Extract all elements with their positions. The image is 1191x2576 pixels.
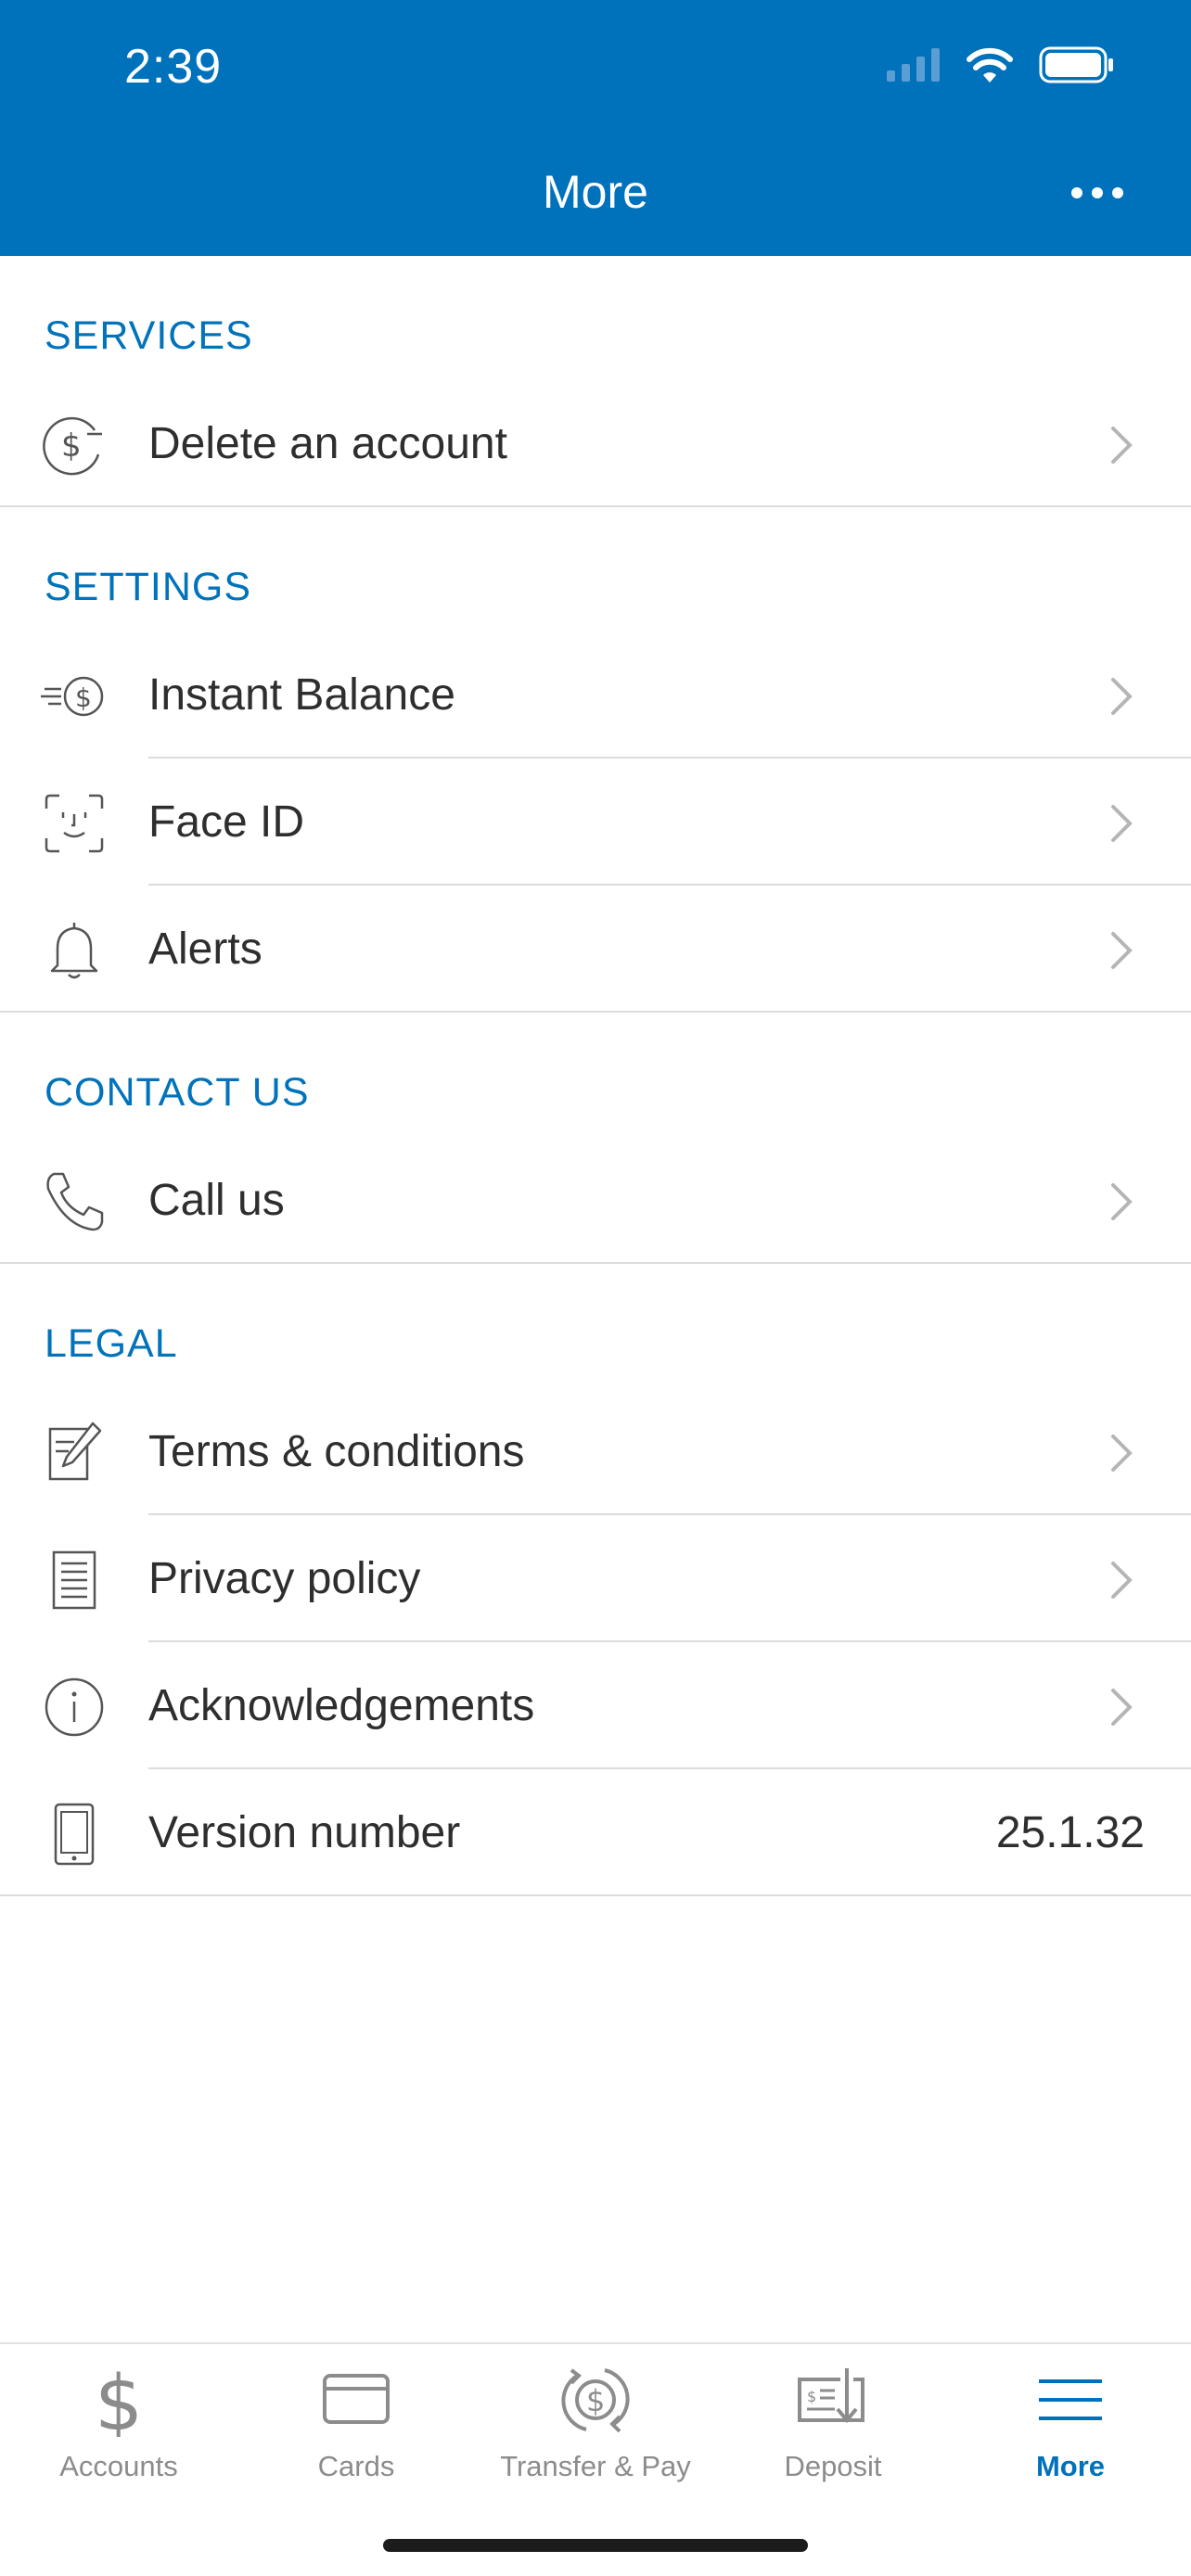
instant-balance-icon: $ [41, 676, 104, 717]
section-title-services: SERVICES [45, 313, 253, 358]
cellular-signal-icon [887, 48, 940, 82]
battery-icon [1039, 46, 1113, 83]
menu-item-version: Version number 25.1.32 [0, 1769, 1191, 1896]
home-indicator [383, 2539, 808, 2552]
svg-text:$: $ [807, 2388, 816, 2405]
wifi-icon [967, 47, 1013, 83]
menu-item-instant-balance[interactable]: $ Instant Balance [0, 631, 1191, 759]
document-lines-icon [52, 1550, 96, 1610]
menu-item-label: Face ID [148, 797, 305, 847]
tab-label: Transfer & Pay [500, 2450, 691, 2482]
menu-item-delete-account[interactable]: $ Delete an account [0, 380, 1191, 507]
dollar-minus-icon: $ [43, 416, 102, 476]
menu-item-label: Instant Balance [148, 670, 455, 720]
menu-item-label: Delete an account [148, 419, 507, 468]
tab-label: Deposit [784, 2450, 882, 2482]
svg-text:$: $ [61, 427, 82, 465]
phone-device-icon [54, 1803, 95, 1866]
menu-item-terms[interactable]: Terms & conditions [0, 1388, 1191, 1515]
menu-item-call-us[interactable]: Call us [0, 1137, 1191, 1264]
chevron-right-icon [1111, 1689, 1133, 1726]
tab-label: Cards [317, 2450, 395, 2482]
phone-icon [46, 1172, 104, 1231]
version-number-value: 25.1.32 [995, 1808, 1145, 1857]
section-title-contact: CONTACT US [45, 1070, 310, 1115]
divider [0, 1262, 1191, 1264]
chevron-right-icon [1111, 1183, 1133, 1220]
chevron-right-icon [1111, 427, 1133, 464]
face-id-icon [45, 794, 104, 853]
document-pencil-icon [48, 1422, 102, 1481]
ellipsis-icon [1071, 187, 1082, 198]
menu-item-privacy[interactable]: Privacy policy [0, 1515, 1191, 1642]
divider [0, 1894, 1191, 1896]
divider [0, 1011, 1191, 1013]
bell-icon [50, 923, 98, 979]
section-title-legal: LEGAL [45, 1321, 178, 1366]
more-menu: SERVICES $ Delete an account SETTINGS $ … [0, 256, 1191, 1896]
menu-item-label: Call us [148, 1176, 285, 1225]
hamburger-icon [1039, 2379, 1102, 2420]
section-title-settings: SETTINGS [45, 565, 252, 609]
chevron-right-icon [1111, 932, 1133, 969]
menu-item-label: Alerts [148, 925, 263, 974]
check-deposit-icon: $ [798, 2366, 864, 2424]
chevron-right-icon [1111, 805, 1133, 842]
tab-accounts[interactable]: $ Accounts [0, 2363, 237, 2502]
ellipsis-dot [1112, 187, 1123, 198]
menu-item-label: Acknowledgements [148, 1681, 535, 1730]
status-icons [887, 46, 1115, 83]
transfer-icon: $ [561, 2368, 630, 2433]
dollar-icon: $ [95, 2363, 143, 2437]
tab-more[interactable]: More [952, 2363, 1189, 2502]
menu-item-label: Terms & conditions [148, 1427, 525, 1476]
app-header: 2:39 More [0, 0, 1191, 256]
svg-text:$: $ [95, 2363, 143, 2437]
page-title: More [543, 166, 648, 218]
menu-item-alerts[interactable]: Alerts [0, 886, 1191, 1013]
status-time: 2:39 [124, 40, 223, 94]
svg-text:$: $ [75, 682, 92, 713]
menu-item-face-id[interactable]: Face ID [0, 759, 1191, 886]
menu-item-label: Version number [148, 1808, 461, 1857]
menu-item-acknowledgements[interactable]: Acknowledgements [0, 1642, 1191, 1769]
more-options-button[interactable] [1056, 159, 1139, 226]
ellipsis-dot [1092, 187, 1103, 198]
tab-transfer-pay[interactable]: $ Transfer & Pay [477, 2363, 714, 2502]
chevron-right-icon [1111, 1435, 1133, 1472]
svg-text:$: $ [586, 2383, 605, 2418]
tab-cards[interactable]: Cards [237, 2363, 475, 2502]
card-icon [323, 2374, 390, 2424]
menu-item-label: Privacy policy [148, 1554, 421, 1603]
tab-label: Accounts [59, 2450, 178, 2482]
tab-label: More [1035, 2450, 1106, 2482]
info-icon [45, 1677, 104, 1737]
chevron-right-icon [1111, 678, 1133, 715]
chevron-right-icon [1111, 1562, 1133, 1599]
tab-deposit[interactable]: $ Deposit [714, 2363, 952, 2502]
divider [0, 505, 1191, 507]
